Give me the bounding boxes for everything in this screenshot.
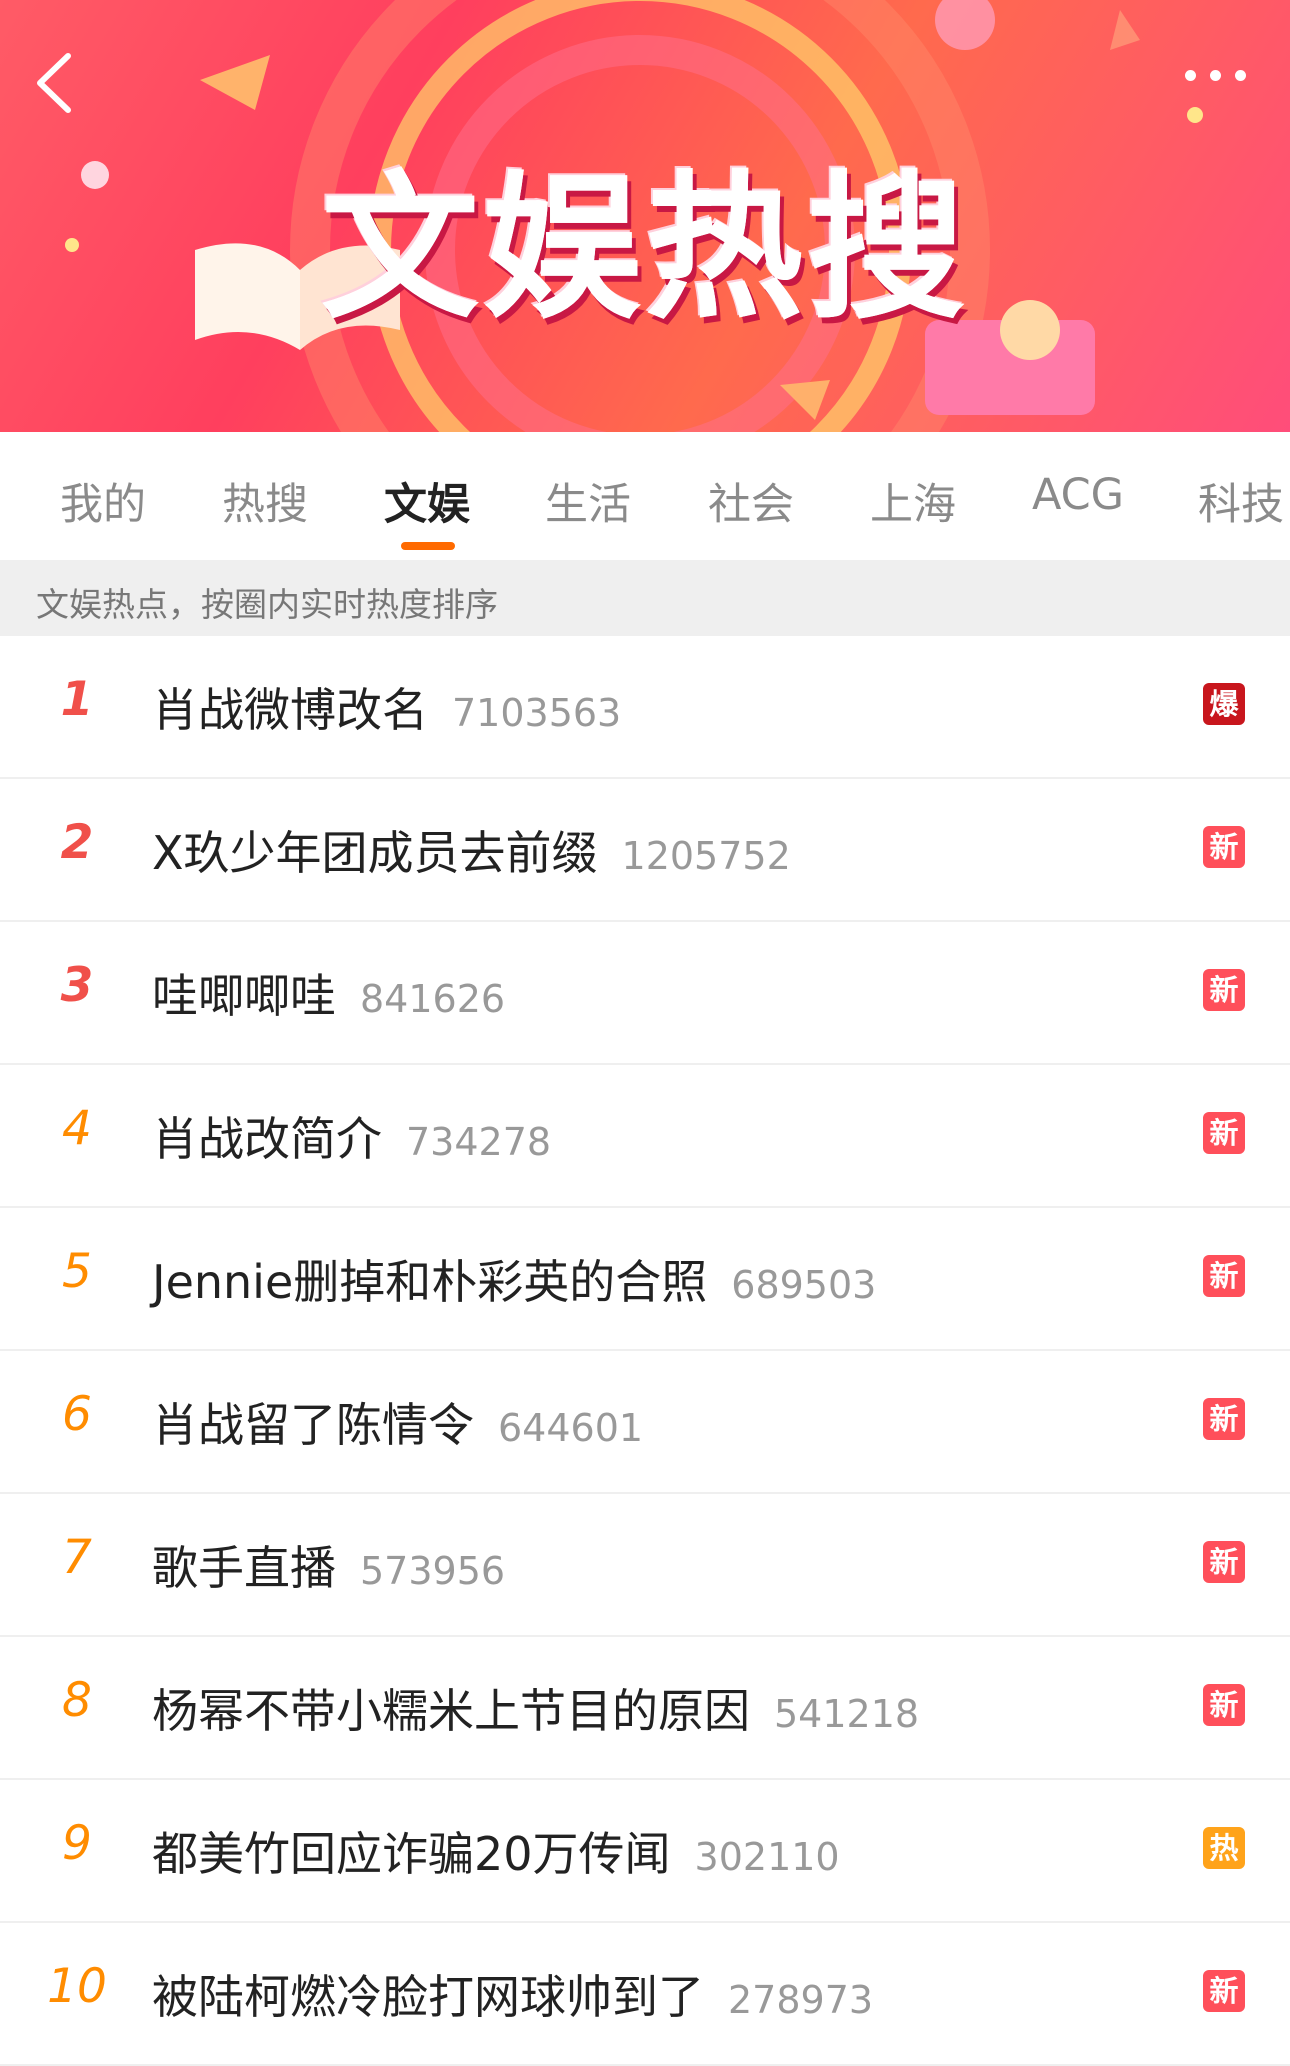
tab-life[interactable]: 生活 [545,470,631,532]
heat-count: 302110 [694,1835,840,1879]
tab-tech[interactable]: 科技 [1198,470,1284,532]
rank-number: 1 [60,672,94,727]
tab-mine[interactable]: 我的 [60,470,146,532]
topic-text: 肖战微博改名 [152,683,428,737]
tab-shanghai[interactable]: 上海 [870,470,956,532]
topic-title[interactable]: 被陆柯燃冷脸打网球帅到了 278973 [152,1961,873,2027]
active-tab-indicator [401,542,455,550]
heat-count: 7103563 [452,691,622,735]
list-item[interactable]: 7 歌手直播 573956 新 [0,1494,1290,1637]
status-badge: 爆 [1203,683,1245,725]
tab-acg[interactable]: ACG [1032,470,1124,520]
notice-text: 文娱热点，按圈内实时热度排序 [36,585,498,624]
rank-number: 9 [62,1816,92,1871]
back-button[interactable] [26,48,86,118]
topic-text: X玖少年团成员去前缀 [152,826,598,880]
more-options-button[interactable] [1178,66,1258,94]
topic-text: 歌手直播 [152,1541,336,1595]
list-item[interactable]: 8 杨幂不带小糯米上节目的原因 541218 新 [0,1637,1290,1780]
rank-number: 2 [60,815,94,870]
list-item[interactable]: 6 肖战留了陈情令 644601 新 [0,1351,1290,1494]
topic-title[interactable]: X玖少年团成员去前缀 1205752 [152,817,791,883]
heat-count: 734278 [406,1120,552,1164]
rank-number: 6 [62,1387,92,1442]
topic-title[interactable]: Jennie删掉和朴彩英的合照 689503 [152,1246,876,1312]
tab-entertainment[interactable]: 文娱 [384,470,470,532]
topic-text: 被陆柯燃冷脸打网球帅到了 [152,1970,704,2024]
status-badge: 新 [1203,969,1245,1011]
list-item[interactable]: 10 被陆柯燃冷脸打网球帅到了 278973 新 [0,1923,1290,2066]
topic-title[interactable]: 哇唧唧哇 841626 [152,960,505,1026]
list-item[interactable]: 4 肖战改简介 734278 新 [0,1065,1290,1208]
hot-search-list: 1 肖战微博改名 7103563 爆 2 X玖少年团成员去前缀 1205752 新 3 哇唧唧哇 8… [0,636,1290,2066]
rank-number: 3 [60,958,94,1013]
heat-count: 644601 [498,1406,644,1450]
topic-text: Jennie删掉和朴彩英的合照 [152,1255,708,1309]
topic-text: 杨幂不带小糯米上节目的原因 [152,1684,750,1738]
rank-number: 5 [62,1244,92,1299]
category-tabs: 我的 热搜 文娱 生活 社会 上海 ACG 科技 [0,432,1290,560]
status-badge: 新 [1203,826,1245,868]
heat-count: 573956 [360,1549,506,1593]
status-badge: 新 [1203,1398,1245,1440]
topic-title[interactable]: 肖战微博改名 7103563 [152,674,621,740]
topic-text: 都美竹回应诈骗20万传闻 [152,1827,671,1881]
topic-title[interactable]: 杨幂不带小糯米上节目的原因 541218 [152,1675,919,1741]
rank-number: 4 [62,1101,92,1156]
chevron-left-icon [37,53,71,113]
status-badge: 新 [1203,1541,1245,1583]
list-item[interactable]: 1 肖战微博改名 7103563 爆 [0,636,1290,779]
topic-title[interactable]: 都美竹回应诈骗20万传闻 302110 [152,1818,840,1884]
status-badge: 新 [1203,1255,1245,1297]
heat-count: 841626 [360,977,506,1021]
tab-society[interactable]: 社会 [708,470,794,532]
heat-count: 278973 [728,1978,874,2022]
status-badge: 新 [1203,1684,1245,1726]
heat-count: 541218 [774,1692,920,1736]
rank-number: 8 [62,1673,92,1728]
topic-text: 哇唧唧哇 [152,969,336,1023]
list-item[interactable]: 3 哇唧唧哇 841626 新 [0,922,1290,1065]
rank-number: 7 [62,1530,92,1585]
status-badge: 热 [1203,1827,1245,1869]
topic-text: 肖战留了陈情令 [152,1398,474,1452]
list-item[interactable]: 9 都美竹回应诈骗20万传闻 302110 热 [0,1780,1290,1923]
status-badge: 新 [1203,1112,1245,1154]
heat-count: 1205752 [621,834,791,878]
topic-title[interactable]: 歌手直播 573956 [152,1532,505,1598]
hero-banner: 文娱热搜 [0,0,1290,432]
list-item[interactable]: 5 Jennie删掉和朴彩英的合照 689503 新 [0,1208,1290,1351]
topic-title[interactable]: 肖战留了陈情令 644601 [152,1389,643,1455]
more-dots-icon [1185,70,1196,81]
list-item[interactable]: 2 X玖少年团成员去前缀 1205752 新 [0,779,1290,922]
ranking-notice: 文娱热点，按圈内实时热度排序 [0,560,1290,636]
heat-count: 689503 [731,1263,877,1307]
tab-hot-search[interactable]: 热搜 [222,470,308,532]
banner-title: 文娱热搜 [321,157,969,341]
rank-number: 10 [47,1959,107,2014]
topic-title[interactable]: 肖战改简介 734278 [152,1103,551,1169]
status-badge: 新 [1203,1970,1245,2012]
topic-text: 肖战改简介 [152,1112,382,1166]
